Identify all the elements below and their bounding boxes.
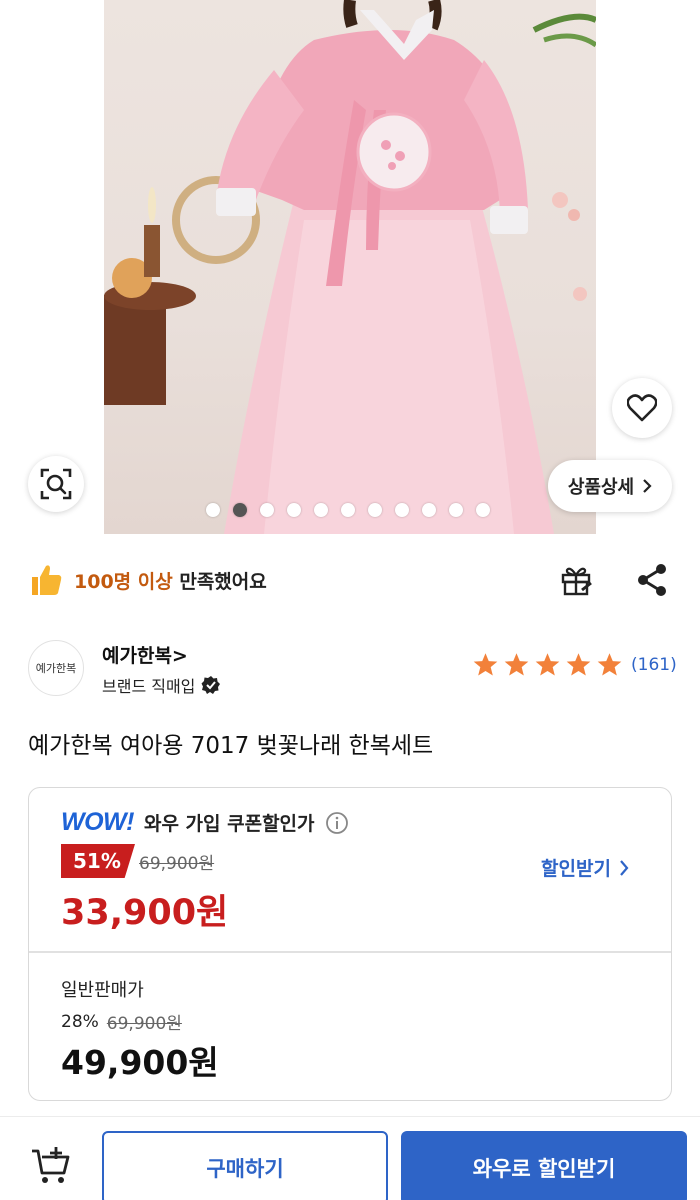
brand-subtitle: 브랜드 직매입 bbox=[102, 677, 196, 696]
brand-name-link[interactable]: 예가한복> bbox=[102, 641, 188, 668]
gallery-dot[interactable] bbox=[314, 503, 328, 517]
normal-price: 49,900원 bbox=[61, 1043, 219, 1082]
buy-button[interactable]: 구매하기 bbox=[102, 1131, 388, 1200]
satisfaction-text: 만족했어요 bbox=[179, 570, 267, 593]
star-icon bbox=[504, 653, 529, 676]
heart-icon bbox=[627, 394, 657, 422]
gallery-dot[interactable] bbox=[476, 503, 490, 517]
gallery-dot[interactable] bbox=[206, 503, 220, 517]
star-icon bbox=[535, 653, 560, 676]
gallery-dot[interactable] bbox=[260, 503, 274, 517]
gallery-dot[interactable] bbox=[368, 503, 382, 517]
star-icon bbox=[473, 653, 498, 676]
share-button[interactable] bbox=[632, 560, 672, 600]
product-detail-button[interactable]: 상품상세 bbox=[548, 460, 672, 512]
thumbs-up-icon bbox=[32, 565, 62, 595]
image-search-button[interactable] bbox=[28, 456, 84, 512]
gift-button[interactable] bbox=[557, 560, 597, 600]
price-card: WOW! 와우 가입 쿠폰할인가 51% 69,900원 33,900원 할인받… bbox=[28, 787, 672, 1101]
get-coupon-label: 할인받기 bbox=[541, 858, 611, 880]
gallery-dot[interactable] bbox=[395, 503, 409, 517]
gallery-dot[interactable] bbox=[449, 503, 463, 517]
wow-discount-buy-button[interactable]: 와우로 할인받기 bbox=[401, 1131, 687, 1200]
wow-sale-price: 33,900원 bbox=[61, 893, 229, 933]
wow-logo: WOW! bbox=[61, 808, 134, 836]
wow-original-price: 69,900원 bbox=[139, 854, 215, 874]
scan-search-icon bbox=[40, 468, 72, 500]
get-coupon-link[interactable]: 할인받기 bbox=[541, 854, 629, 881]
review-count[interactable]: (161) bbox=[631, 655, 677, 675]
card-divider bbox=[29, 951, 671, 953]
hanbok-illustration bbox=[104, 0, 596, 534]
wow-price-header: WOW! 와우 가입 쿠폰할인가 bbox=[61, 808, 349, 837]
product-detail-label: 상품상세 bbox=[567, 477, 635, 498]
star-rating bbox=[472, 652, 623, 678]
verified-badge-icon bbox=[201, 676, 221, 694]
wishlist-button[interactable] bbox=[612, 378, 672, 438]
gallery-dot[interactable] bbox=[422, 503, 436, 517]
brand-logo[interactable]: 예가한복 bbox=[28, 640, 84, 696]
brand-direct-purchase: 브랜드 직매입 bbox=[102, 673, 221, 697]
product-image-gallery[interactable]: 상품상세 bbox=[0, 0, 700, 534]
cart-add-icon bbox=[32, 1147, 70, 1183]
normal-price-label: 일반판매가 bbox=[61, 980, 144, 1001]
wow-discount-badge: 51% bbox=[61, 844, 135, 878]
normal-discount: 28% bbox=[61, 1011, 99, 1032]
brand-logo-text: 예가한복 bbox=[35, 662, 77, 675]
gallery-dot[interactable] bbox=[341, 503, 355, 517]
satisfaction-banner: 100명 이상 만족했어요 bbox=[28, 556, 267, 604]
gallery-dot[interactable] bbox=[287, 503, 301, 517]
gallery-dot[interactable] bbox=[233, 503, 247, 517]
chevron-right-icon bbox=[643, 479, 652, 493]
wow-coupon-label: 와우 가입 쿠폰할인가 bbox=[143, 813, 315, 835]
info-icon[interactable] bbox=[325, 811, 349, 835]
share-icon bbox=[638, 564, 666, 596]
add-to-cart-button[interactable] bbox=[28, 1141, 76, 1189]
product-title: 예가한복 여아용 7017 벚꽃나래 한복세트 bbox=[28, 733, 434, 759]
normal-original-price: 69,900원 bbox=[106, 1014, 182, 1034]
chevron-right-icon bbox=[620, 859, 629, 876]
bottom-action-bar: 구매하기 와우로 할인받기 bbox=[0, 1116, 700, 1200]
normal-discount-row: 28% 69,900원 bbox=[61, 1009, 182, 1035]
star-icon bbox=[566, 653, 591, 676]
product-photo[interactable] bbox=[104, 0, 596, 534]
rating-summary[interactable]: (161) bbox=[472, 652, 677, 678]
satisfaction-count: 100명 이상 bbox=[74, 570, 173, 593]
star-icon bbox=[597, 653, 622, 676]
gift-icon bbox=[561, 567, 592, 596]
gallery-pagination[interactable] bbox=[206, 503, 490, 517]
